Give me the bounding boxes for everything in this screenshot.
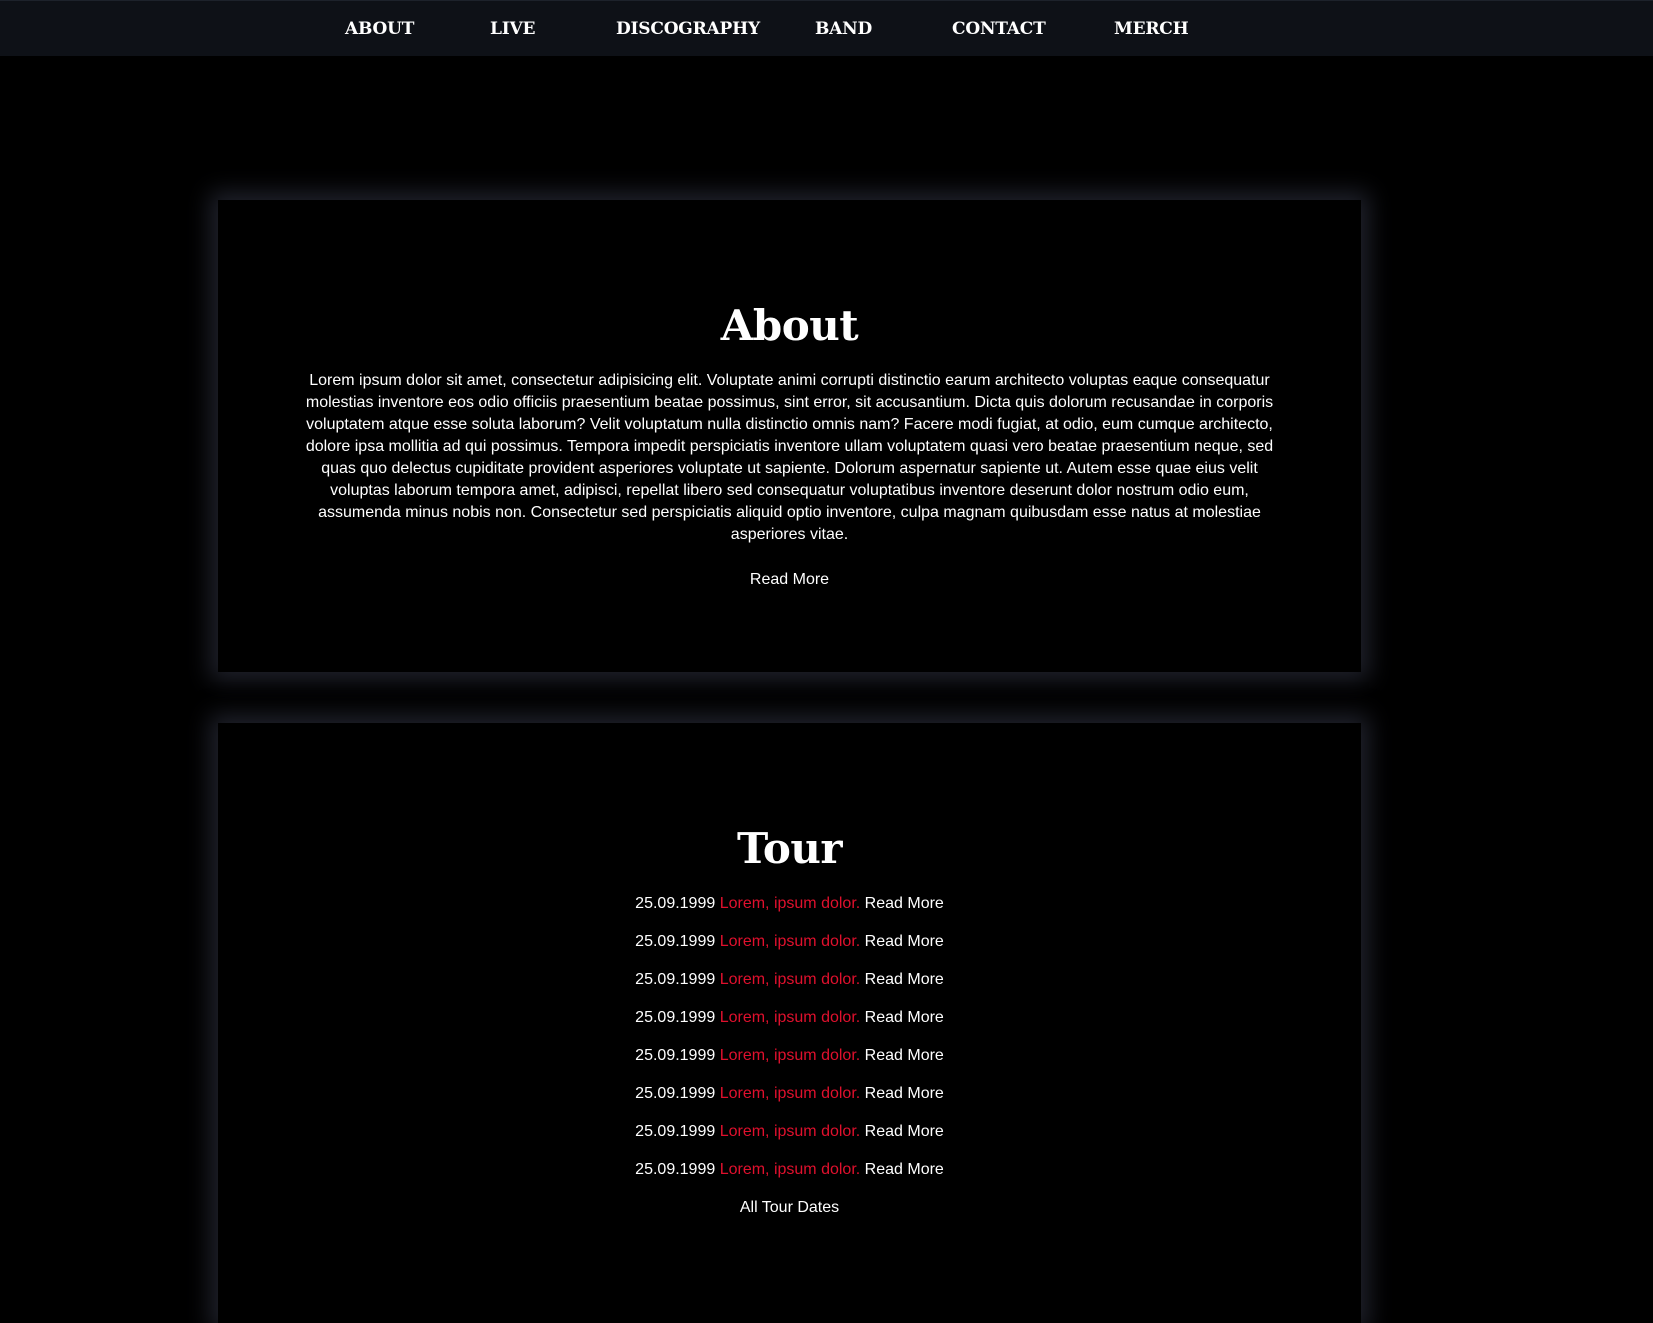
tour-read-more-link[interactable]: Read More xyxy=(865,1009,944,1026)
tour-date-row: 25.09.1999 Lorem, ipsum dolor. Read More xyxy=(218,931,1361,969)
tour-date-row: 25.09.1999 Lorem, ipsum dolor. Read More xyxy=(218,969,1361,1007)
nav-link-about[interactable]: ABOUT xyxy=(345,16,414,42)
tour-date: 25.09.1999 xyxy=(635,1009,716,1026)
tour-date: 25.09.1999 xyxy=(635,971,716,988)
nav-link-contact[interactable]: CONTACT xyxy=(952,16,1046,42)
tour-date-row: 25.09.1999 Lorem, ipsum dolor. Read More xyxy=(218,1007,1361,1045)
tour-date-row: 25.09.1999 Lorem, ipsum dolor. Read More xyxy=(218,1121,1361,1159)
tour-date-row: 25.09.1999 Lorem, ipsum dolor. Read More xyxy=(218,1159,1361,1197)
nav-link-live[interactable]: LIVE xyxy=(490,16,535,42)
tour-read-more-link[interactable]: Read More xyxy=(865,1123,944,1140)
tour-event-link[interactable]: Lorem, ipsum dolor. xyxy=(720,933,861,950)
tour-event-link[interactable]: Lorem, ipsum dolor. xyxy=(720,1047,861,1064)
tour-read-more-link[interactable]: Read More xyxy=(865,1161,944,1178)
about-title: About xyxy=(720,301,859,350)
tour-date-row: 25.09.1999 Lorem, ipsum dolor. Read More xyxy=(218,1045,1361,1083)
tour-date: 25.09.1999 xyxy=(635,1161,716,1178)
about-body-text: Lorem ipsum dolor sit amet, consectetur … xyxy=(305,372,1274,543)
about-read-more-link[interactable]: Read More xyxy=(218,569,1361,591)
tour-section: Tour 25.09.1999 Lorem, ipsum dolor. Read… xyxy=(218,723,1361,1323)
tour-event-link[interactable]: Lorem, ipsum dolor. xyxy=(720,971,861,988)
tour-event-link[interactable]: Lorem, ipsum dolor. xyxy=(720,1009,861,1026)
nav-link-discography[interactable]: DISCOGRAPHY xyxy=(616,16,760,42)
tour-date: 25.09.1999 xyxy=(635,1085,716,1102)
tour-read-more-link[interactable]: Read More xyxy=(865,895,944,912)
tour-event-link[interactable]: Lorem, ipsum dolor. xyxy=(720,1123,861,1140)
about-section: About Lorem ipsum dolor sit amet, consec… xyxy=(218,200,1361,672)
top-navbar: ABOUT LIVE DISCOGRAPHY BAND CONTACT MERC… xyxy=(0,0,1653,56)
tour-read-more-link[interactable]: Read More xyxy=(865,933,944,950)
nav-link-merch[interactable]: MERCH xyxy=(1114,16,1189,42)
tour-date-list: 25.09.1999 Lorem, ipsum dolor. Read More… xyxy=(218,893,1361,1197)
tour-read-more-link[interactable]: Read More xyxy=(865,1085,944,1102)
tour-event-link[interactable]: Lorem, ipsum dolor. xyxy=(720,1085,861,1102)
tour-date: 25.09.1999 xyxy=(635,1123,716,1140)
tour-date: 25.09.1999 xyxy=(635,933,716,950)
tour-title: Tour xyxy=(736,824,843,873)
tour-event-link[interactable]: Lorem, ipsum dolor. xyxy=(720,895,861,912)
tour-date-row: 25.09.1999 Lorem, ipsum dolor. Read More xyxy=(218,1083,1361,1121)
tour-read-more-link[interactable]: Read More xyxy=(865,1047,944,1064)
nav-link-band[interactable]: BAND xyxy=(815,16,872,42)
tour-date-row: 25.09.1999 Lorem, ipsum dolor. Read More xyxy=(218,893,1361,931)
all-tour-dates-link[interactable]: All Tour Dates xyxy=(218,1197,1361,1219)
tour-date: 25.09.1999 xyxy=(635,1047,716,1064)
tour-read-more-link[interactable]: Read More xyxy=(865,971,944,988)
tour-date: 25.09.1999 xyxy=(635,895,716,912)
tour-event-link[interactable]: Lorem, ipsum dolor. xyxy=(720,1161,861,1178)
